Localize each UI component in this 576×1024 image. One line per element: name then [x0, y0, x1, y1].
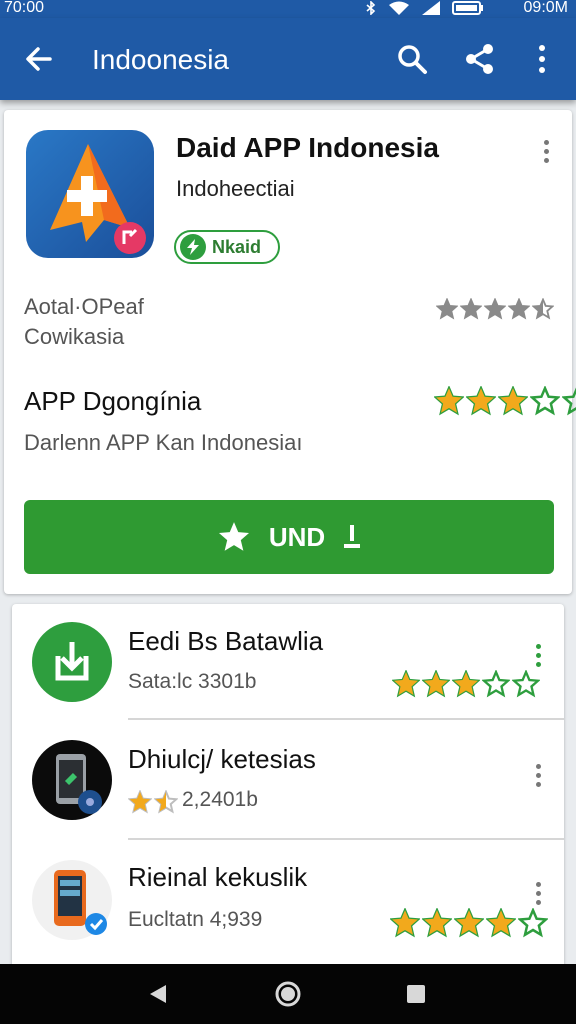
badge-label: Nkaid: [212, 236, 262, 257]
star-icon: [562, 387, 576, 416]
star-icon: [452, 670, 480, 698]
arrow-back-icon: [26, 47, 52, 71]
verified-badge: Nkaid: [174, 230, 280, 264]
battery-icon: [452, 1, 483, 15]
system-nav-bar: [0, 964, 576, 1024]
star-icon: [530, 386, 560, 416]
star-icon: [436, 298, 458, 320]
section-rating-stars: [434, 386, 576, 416]
list-item[interactable]: Dhiulcj/ ketesias 2,2401b: [12, 722, 564, 842]
app-rating-stars: [436, 298, 554, 320]
item-rating-stars: [390, 908, 548, 938]
star-icon: [460, 298, 482, 320]
wifi-icon: [389, 1, 409, 15]
star-icon: [518, 908, 548, 938]
meta-line-1: Aotal·OPeaf: [24, 294, 144, 319]
related-apps-card: Eedi Bs Batawlia Sata:lc 3301b Dhiulcj/ …: [12, 604, 564, 974]
star-icon: [218, 522, 249, 551]
item-subtitle: Sata:lc 3301b: [128, 670, 257, 693]
meta-line-2: Cowikasia: [24, 324, 125, 349]
item-subtitle: Eucltatn 4;939: [128, 908, 263, 931]
app-details-card: Daid APP Indonesia Indoheectiai Nkaid Ao…: [4, 110, 576, 594]
star-icon: [486, 908, 516, 938]
search-icon: [398, 45, 427, 74]
item-rating-stars: [392, 670, 540, 698]
back-button[interactable]: [22, 42, 56, 76]
nav-back-icon: [150, 985, 166, 1003]
share-icon: [466, 44, 493, 74]
item-name: Rieinal kekuslik: [128, 862, 308, 892]
nav-home-icon: [275, 981, 301, 1007]
app-name: Daid APP Indonesia: [176, 132, 439, 163]
search-button[interactable]: [394, 40, 430, 78]
system-icons: [364, 0, 484, 16]
signal-icon: [422, 1, 440, 15]
item-name: Dhiulcj/ ketesias: [128, 744, 316, 774]
status-bar: 70:00 09:0M: [0, 0, 576, 18]
nav-recents-button[interactable]: [400, 978, 432, 1010]
nav-home-button[interactable]: [272, 978, 304, 1010]
app-more-icon[interactable]: [540, 140, 552, 163]
more-button[interactable]: [524, 40, 560, 78]
star-icon: [512, 670, 540, 698]
app-developer[interactable]: Indoheectiai: [176, 176, 295, 202]
page-title: Indoonesia: [92, 44, 230, 75]
phone-app-icon: [32, 740, 112, 820]
star-icon: [508, 298, 530, 320]
status-time-right: 09:0M: [523, 0, 568, 16]
nav-back-button[interactable]: [142, 978, 174, 1010]
install-label: UND: [268, 521, 326, 552]
item-more-icon[interactable]: [532, 764, 544, 787]
star-icon: [498, 386, 528, 416]
status-time-left: 70:00: [4, 0, 45, 16]
download-icon: [344, 525, 361, 548]
star-icon: [392, 670, 420, 698]
star-icon: [434, 386, 464, 416]
star-icon: [454, 908, 484, 938]
lightning-icon: [180, 234, 206, 260]
smartphone-app-icon: [32, 860, 112, 940]
section-title: APP Dgongínia: [24, 386, 202, 416]
section-subtitle: Darlenn APP Kan Indonesiaı: [24, 430, 303, 455]
app-bar: Indoonesia: [0, 18, 576, 100]
app-meta: Aotal·OPeaf Cowikasia: [24, 292, 144, 352]
star-icon: [484, 298, 506, 320]
divider: [128, 838, 564, 840]
star-icon: [466, 386, 496, 416]
divider: [128, 718, 564, 720]
star-icon: [128, 790, 152, 814]
bluetooth-icon: [366, 1, 376, 15]
item-name: Eedi Bs Batawlia: [128, 626, 324, 656]
nav-recents-icon: [407, 985, 425, 1003]
list-item[interactable]: Eedi Bs Batawlia Sata:lc 3301b: [12, 604, 564, 724]
download-app-icon: [32, 622, 112, 702]
item-more-icon[interactable]: [532, 644, 544, 667]
list-item[interactable]: Rieinal kekuslik Eucltatn 4;939: [12, 842, 564, 962]
star-icon: [422, 908, 452, 938]
item-subtitle: 2,2401b: [182, 788, 258, 811]
app-logo-icon: [26, 130, 154, 258]
item-rating-stars: [128, 790, 178, 814]
more-vert-icon: [539, 45, 545, 73]
star-icon: [482, 670, 510, 698]
star-icon: [390, 908, 420, 938]
install-button[interactable]: UND: [24, 500, 554, 574]
item-more-icon[interactable]: [532, 882, 544, 905]
star-icon: [422, 670, 450, 698]
share-button[interactable]: [462, 40, 498, 78]
star-icon: [532, 298, 554, 320]
star-icon: [154, 790, 178, 814]
